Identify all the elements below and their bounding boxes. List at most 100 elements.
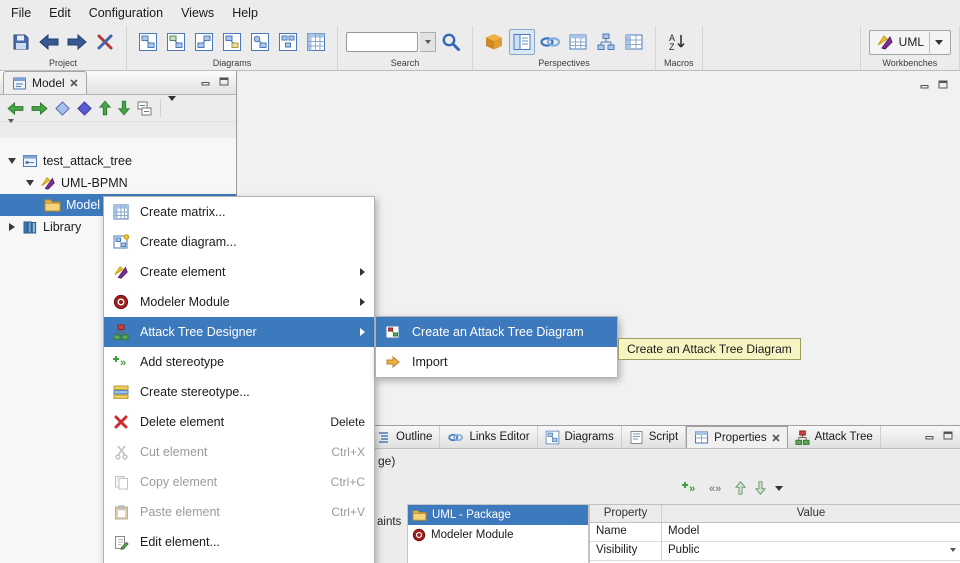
down-arrow-icon [755, 481, 766, 495]
hierarchy-perspective-button[interactable] [593, 29, 619, 55]
tab-attack-tree[interactable]: Attack Tree [788, 426, 881, 448]
visibility-dropdown-icon[interactable] [950, 548, 956, 552]
previous-diamond-button[interactable] [55, 101, 70, 116]
close-icon[interactable] [70, 79, 78, 87]
tree-item-label: UML-BPMN [61, 176, 128, 190]
tree-item-label: Model [66, 198, 100, 212]
toolbar-group-label-workbenches: Workbenches [869, 57, 951, 69]
next-diamond-button[interactable] [77, 101, 92, 116]
table-menu-button[interactable] [775, 479, 783, 497]
attack-tree-icon [795, 430, 810, 445]
menu-item-create-diagram[interactable]: Create diagram... [104, 227, 374, 257]
undo-button[interactable] [36, 29, 62, 55]
table-perspective-button[interactable] [565, 29, 591, 55]
dark-diamond-icon [77, 101, 92, 116]
tab-diagrams[interactable]: Diagrams [538, 426, 622, 448]
diagram-button-5[interactable] [247, 29, 273, 55]
maximize-icon[interactable] [943, 431, 953, 440]
property-name-value[interactable]: Model [662, 523, 960, 541]
links-icon [539, 32, 561, 52]
maximize-icon[interactable] [219, 77, 229, 86]
workbench-dropdown[interactable] [929, 32, 947, 53]
minimize-icon[interactable] [925, 431, 935, 440]
menu-help[interactable]: Help [223, 0, 267, 26]
diagram-button-6[interactable] [275, 29, 301, 55]
search-button[interactable] [438, 29, 464, 55]
menu-item-delete-element[interactable]: Delete element Delete [104, 407, 374, 437]
tree-row-uml-bpmn[interactable]: UML-BPMN [0, 172, 236, 194]
collapse-all-button[interactable] [137, 100, 153, 116]
tab-links-editor[interactable]: Links Editor [440, 426, 537, 448]
matrix-icon [306, 32, 326, 52]
menu-item-add-stereotype[interactable]: » Add stereotype [104, 347, 374, 377]
menu-file[interactable]: File [2, 0, 40, 26]
element-list: UML - Package Modeler Module [407, 504, 589, 563]
links-icon [447, 430, 464, 445]
menu-views[interactable]: Views [172, 0, 223, 26]
maximize-icon[interactable] [938, 80, 948, 89]
tab-model[interactable]: Model [3, 71, 87, 94]
move-down-button[interactable] [755, 479, 766, 497]
tab-outline[interactable]: Outline [369, 426, 440, 448]
element-uml-package[interactable]: UML - Package [408, 505, 588, 525]
links-perspective-button[interactable] [537, 29, 563, 55]
diagram-button-1[interactable] [135, 29, 161, 55]
sort-macro-button[interactable]: AZ [664, 29, 690, 55]
menu-item-create-matrix[interactable]: Create matrix... [104, 197, 374, 227]
properties-panel: Outline Links Editor Diagrams Script Pro… [368, 425, 960, 563]
properties-side-tab-partial[interactable]: aints [377, 516, 401, 528]
move-up-button[interactable] [735, 479, 746, 497]
tree-view-menu-button[interactable] [168, 101, 176, 115]
toolbar-group-project: Project [0, 26, 127, 70]
minimize-icon[interactable] [920, 80, 930, 89]
navigate-forward-button[interactable] [31, 102, 48, 115]
minimize-icon[interactable] [201, 77, 211, 86]
matrix-perspective-button[interactable] [621, 29, 647, 55]
move-up-tree-button[interactable] [99, 100, 111, 116]
view-filter-caret[interactable] [8, 123, 14, 137]
diagram-button-3[interactable] [191, 29, 217, 55]
tab-properties[interactable]: Properties [686, 426, 787, 448]
search-input[interactable] [346, 32, 418, 52]
menu-item-edit-element[interactable]: Edit element... [104, 527, 374, 557]
menu-item-paste-element: Paste element Ctrl+V [104, 497, 374, 527]
tab-script[interactable]: Script [622, 426, 686, 448]
expander-open-icon[interactable] [24, 180, 35, 186]
navigate-back-button[interactable] [7, 102, 24, 115]
element-modeler-module[interactable]: Modeler Module [408, 525, 588, 545]
submenu-item-import[interactable]: Import [376, 347, 617, 377]
workbench-selector[interactable]: UML [869, 30, 951, 55]
move-down-tree-button[interactable] [118, 100, 130, 116]
add-stereotype-button[interactable]: » [681, 479, 699, 497]
configuration-button[interactable] [92, 29, 118, 55]
search-icon [441, 32, 461, 52]
menu-item-attack-tree-designer[interactable]: Attack Tree Designer [104, 317, 374, 347]
table-row-name[interactable]: Name Model [590, 523, 960, 542]
diagram-button-4[interactable] [219, 29, 245, 55]
toolbar-group-workbenches: UML Workbenches [860, 26, 960, 70]
layout-perspective-button[interactable] [509, 29, 535, 55]
menu-item-create-element[interactable]: Create element [104, 257, 374, 287]
diagram-button-7[interactable] [303, 29, 329, 55]
tree-row-project[interactable]: test_attack_tree [0, 150, 236, 172]
open-perspective-button[interactable] [481, 29, 507, 55]
tab-label: Links Editor [469, 431, 529, 443]
remove-stereotype-button[interactable]: «» [708, 479, 726, 497]
search-history-dropdown[interactable] [420, 32, 436, 52]
property-visibility-value[interactable]: Public [662, 542, 960, 560]
bottom-panel-tabbar: Outline Links Editor Diagrams Script Pro… [369, 426, 960, 449]
diagram-icon [166, 32, 186, 52]
diagram-button-2[interactable] [163, 29, 189, 55]
expander-open-icon[interactable] [6, 158, 17, 164]
expander-closed-icon[interactable] [6, 223, 17, 231]
tab-label: Diagrams [565, 431, 614, 443]
redo-button[interactable] [64, 29, 90, 55]
submenu-item-create-attack-tree-diagram[interactable]: Create an Attack Tree Diagram [376, 317, 617, 347]
table-row-visibility[interactable]: Visibility Public [590, 542, 960, 561]
menu-item-modeler-module[interactable]: Modeler Module [104, 287, 374, 317]
save-button[interactable] [8, 29, 34, 55]
menu-configuration[interactable]: Configuration [80, 0, 172, 26]
menu-edit[interactable]: Edit [40, 0, 80, 26]
menu-item-create-stereotype[interactable]: Create stereotype... [104, 377, 374, 407]
close-icon[interactable] [772, 434, 780, 442]
